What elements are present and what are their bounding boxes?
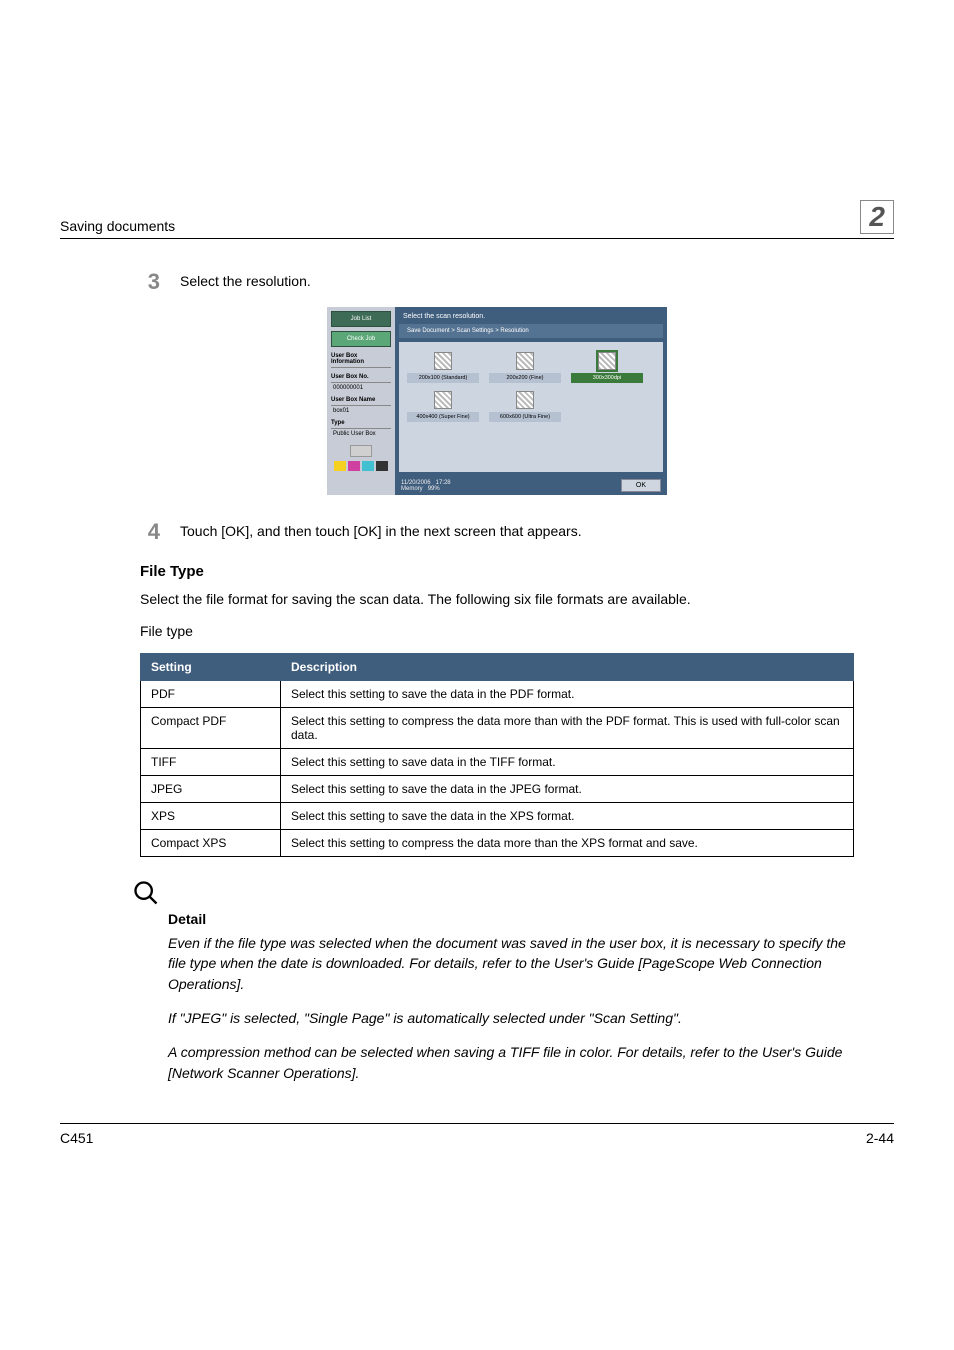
toner-cyan-icon bbox=[362, 461, 374, 471]
cell-description: Select this setting to compress the data… bbox=[281, 830, 854, 857]
toner-yellow-icon bbox=[334, 461, 346, 471]
table-row: Compact XPS Select this setting to compr… bbox=[141, 830, 854, 857]
indicator-icon bbox=[350, 445, 372, 457]
type-value: Public User Box bbox=[333, 431, 391, 437]
step-text: Touch [OK], and then touch [OK] in the n… bbox=[180, 519, 582, 539]
cell-setting: PDF bbox=[141, 681, 281, 708]
screenshot-sidebar: Job List Check Job User Box Information … bbox=[327, 307, 395, 495]
type-label: Type bbox=[331, 420, 391, 429]
step-text: Select the resolution. bbox=[180, 269, 311, 289]
resolution-option-200x100[interactable]: 200x100 (Standard) bbox=[407, 352, 479, 383]
user-box-name-value: box01 bbox=[333, 408, 391, 414]
resolution-option-300x300[interactable]: 300x300dpi bbox=[571, 352, 643, 383]
footer-page-number: 2-44 bbox=[866, 1130, 894, 1146]
cell-description: Select this setting to save the data in … bbox=[281, 776, 854, 803]
screenshot-footer: 11/20/2006 17:28 Memory 99% OK bbox=[395, 476, 667, 495]
file-type-intro: Select the file format for saving the sc… bbox=[140, 590, 854, 610]
header-section-title: Saving documents bbox=[60, 218, 175, 234]
footer-left: 11/20/2006 17:28 Memory 99% bbox=[401, 480, 451, 492]
file-type-heading: File Type bbox=[140, 563, 854, 580]
footer-memory-label: Memory bbox=[401, 486, 423, 492]
user-box-info-label: User Box Information bbox=[331, 353, 391, 368]
cell-description: Select this setting to save the data in … bbox=[281, 803, 854, 830]
table-header-setting: Setting bbox=[141, 654, 281, 681]
magnifier-icon bbox=[132, 879, 160, 907]
footer-memory-value: 99% bbox=[428, 486, 440, 492]
file-type-caption: File type bbox=[140, 622, 854, 642]
user-box-no-label: User Box No. bbox=[331, 374, 391, 383]
step-4: 4 Touch [OK], and then touch [OK] in the… bbox=[140, 519, 854, 545]
resolution-option-400x400[interactable]: 400x400 (Super Fine) bbox=[407, 391, 479, 422]
option-preview-icon bbox=[434, 391, 452, 409]
cell-description: Select this setting to save data in the … bbox=[281, 749, 854, 776]
option-preview-icon bbox=[598, 352, 616, 370]
step-3: 3 Select the resolution. bbox=[140, 269, 854, 295]
cell-setting: Compact XPS bbox=[141, 830, 281, 857]
toner-indicator bbox=[331, 461, 391, 471]
step-number: 4 bbox=[140, 519, 160, 545]
resolution-options: 200x100 (Standard) 200x200 (Fine) 300x30… bbox=[399, 342, 663, 472]
detail-paragraph: If "JPEG" is selected, "Single Page" is … bbox=[168, 1008, 854, 1028]
resolution-option-600x600[interactable]: 600x600 (Ultra Fine) bbox=[489, 391, 561, 422]
job-list-button[interactable]: Job List bbox=[331, 311, 391, 327]
screenshot-title: Select the scan resolution. bbox=[395, 307, 667, 322]
user-box-name-label: User Box Name bbox=[331, 397, 391, 406]
table-row: JPEG Select this setting to save the dat… bbox=[141, 776, 854, 803]
file-type-table: Setting Description PDF Select this sett… bbox=[140, 653, 854, 857]
footer-model: C451 bbox=[60, 1130, 93, 1146]
ok-button[interactable]: OK bbox=[621, 479, 661, 492]
table-header-description: Description bbox=[281, 654, 854, 681]
option-label: 300x300dpi bbox=[571, 373, 643, 383]
option-label: 200x200 (Fine) bbox=[489, 373, 561, 383]
cell-setting: TIFF bbox=[141, 749, 281, 776]
step-number: 3 bbox=[140, 269, 160, 295]
table-row: XPS Select this setting to save the data… bbox=[141, 803, 854, 830]
detail-heading: Detail bbox=[168, 911, 854, 927]
option-label: 400x400 (Super Fine) bbox=[407, 412, 479, 422]
cell-description: Select this setting to compress the data… bbox=[281, 708, 854, 749]
cell-description: Select this setting to save the data in … bbox=[281, 681, 854, 708]
cell-setting: XPS bbox=[141, 803, 281, 830]
screenshot-main: Select the scan resolution. Save Documen… bbox=[395, 307, 667, 495]
option-label: 600x600 (Ultra Fine) bbox=[489, 412, 561, 422]
page-footer: C451 2-44 bbox=[60, 1123, 894, 1146]
user-box-no-value: 000000001 bbox=[333, 385, 391, 391]
resolution-option-200x200[interactable]: 200x200 (Fine) bbox=[489, 352, 561, 383]
toner-black-icon bbox=[376, 461, 388, 471]
check-job-button[interactable]: Check Job bbox=[331, 331, 391, 347]
toner-magenta-icon bbox=[348, 461, 360, 471]
breadcrumb: Save Document > Scan Settings > Resoluti… bbox=[399, 324, 663, 338]
table-row: PDF Select this setting to save the data… bbox=[141, 681, 854, 708]
header-chapter-number: 2 bbox=[860, 200, 894, 234]
device-screenshot: Job List Check Job User Box Information … bbox=[327, 307, 667, 495]
page-header: Saving documents 2 bbox=[60, 0, 894, 239]
option-preview-icon bbox=[516, 352, 534, 370]
option-label: 200x100 (Standard) bbox=[407, 373, 479, 383]
cell-setting: Compact PDF bbox=[141, 708, 281, 749]
cell-setting: JPEG bbox=[141, 776, 281, 803]
detail-paragraph: Even if the file type was selected when … bbox=[168, 933, 854, 994]
table-row: TIFF Select this setting to save data in… bbox=[141, 749, 854, 776]
option-preview-icon bbox=[516, 391, 534, 409]
detail-paragraph: A compression method can be selected whe… bbox=[168, 1042, 854, 1083]
option-preview-icon bbox=[434, 352, 452, 370]
table-row: Compact PDF Select this setting to compr… bbox=[141, 708, 854, 749]
